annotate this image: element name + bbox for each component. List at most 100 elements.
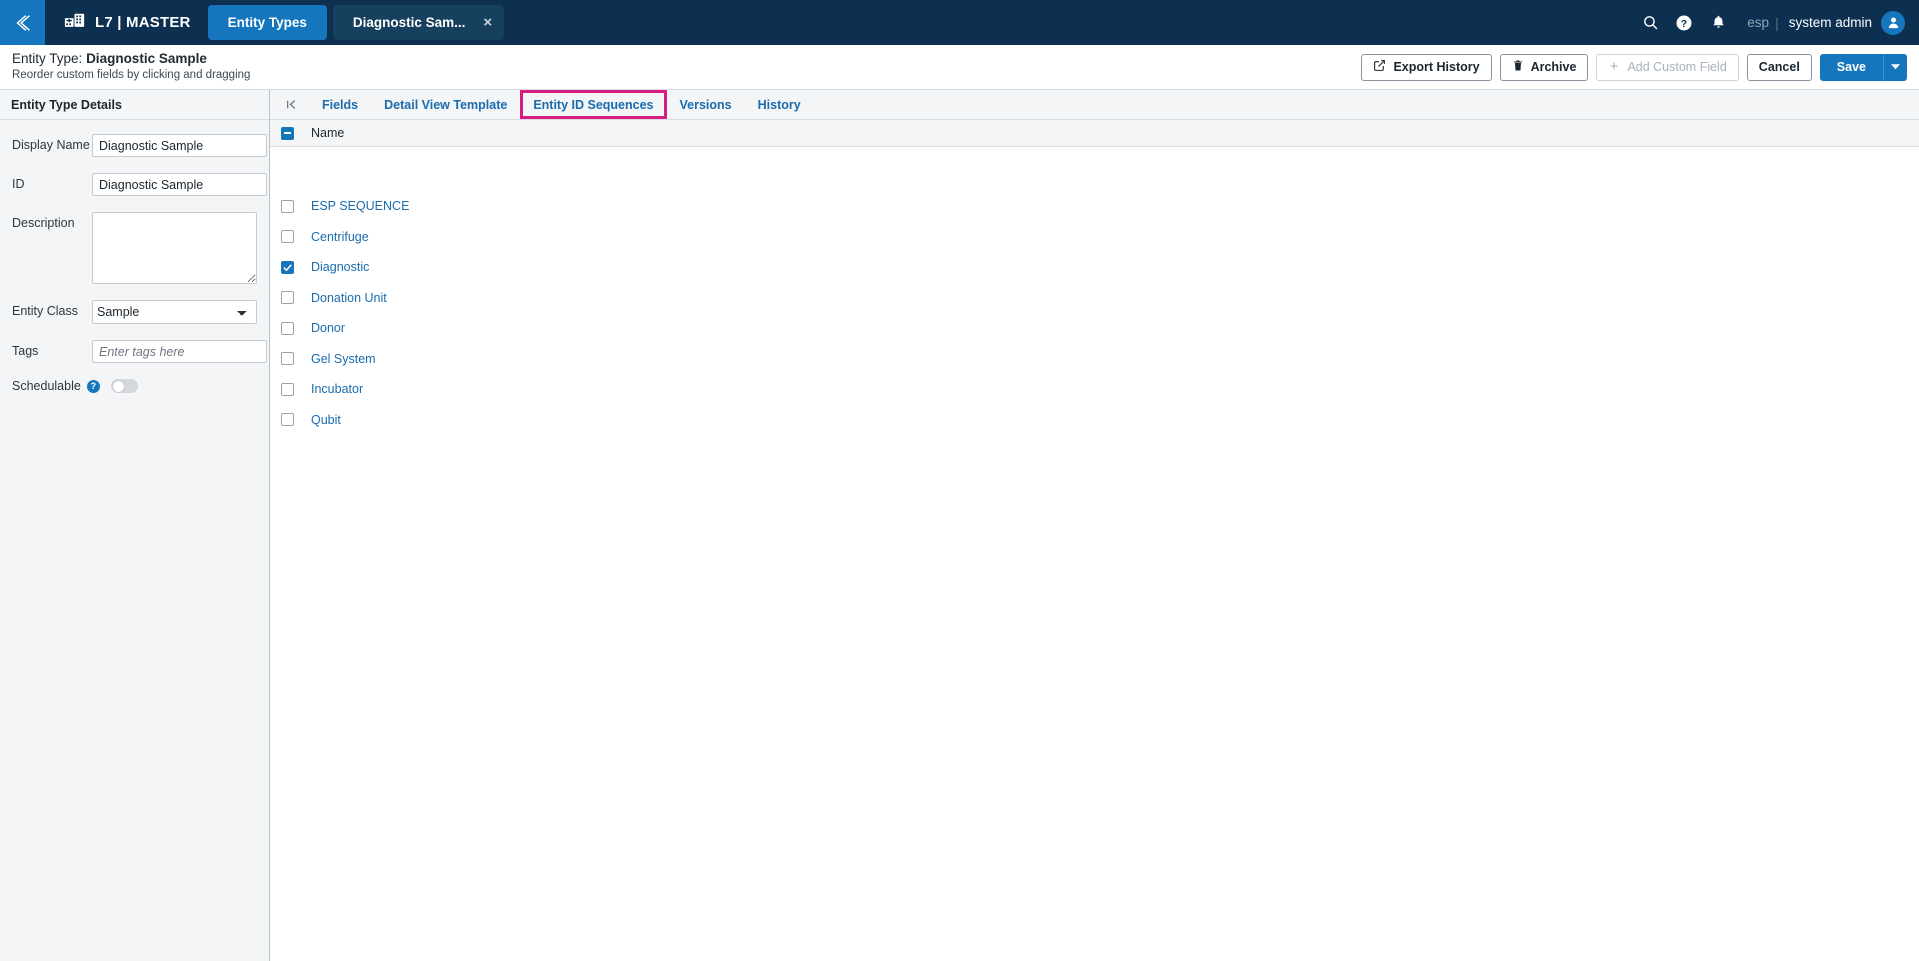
collapse-panel-left-icon[interactable] bbox=[274, 90, 309, 119]
row-checkbox[interactable] bbox=[281, 291, 294, 305]
topbar-separator: | bbox=[1775, 14, 1779, 31]
close-icon[interactable]: × bbox=[483, 15, 492, 30]
table-row[interactable]: Donor bbox=[270, 313, 1919, 344]
display-name-row: Display Name bbox=[0, 134, 269, 157]
tab-entity-id-sequences[interactable]: Entity ID Sequences bbox=[520, 90, 667, 119]
description-input[interactable] bbox=[92, 212, 257, 284]
l7-building-icon bbox=[63, 12, 85, 34]
table-row[interactable]: ESP SEQUENCE bbox=[270, 191, 1919, 222]
entity-class-select[interactable]: Sample bbox=[92, 300, 257, 324]
table-row[interactable]: Diagnostic bbox=[270, 252, 1919, 283]
row-checkbox[interactable] bbox=[281, 382, 294, 396]
row-name-link[interactable]: Gel System bbox=[311, 352, 376, 366]
help-circle-icon[interactable]: ? bbox=[1667, 0, 1701, 45]
top-navigation-bar: L7 | MASTER Entity Types Diagnostic Sam.… bbox=[0, 0, 1919, 45]
id-input[interactable] bbox=[92, 173, 267, 196]
tab-entity-id-sequences-label: Entity ID Sequences bbox=[533, 97, 654, 112]
caret-down-icon bbox=[1890, 58, 1900, 76]
row-checkbox[interactable] bbox=[281, 321, 294, 335]
save-dropdown-button[interactable] bbox=[1883, 53, 1907, 81]
page-title-prefix: Entity Type: bbox=[12, 51, 83, 67]
id-row: ID bbox=[0, 173, 269, 196]
row-checkbox[interactable] bbox=[281, 413, 294, 427]
export-history-button[interactable]: Export History bbox=[1361, 53, 1492, 81]
description-label: Description bbox=[12, 216, 75, 230]
entity-type-details-header: Entity Type Details bbox=[0, 90, 269, 120]
content-tabstrip: Fields Detail View Template Entity ID Se… bbox=[270, 90, 1919, 120]
column-header-name: Name bbox=[311, 126, 345, 140]
tab-versions-label: Versions bbox=[679, 97, 732, 112]
page-body: Entity Type Details Display Name ID Desc… bbox=[0, 90, 1919, 961]
external-link-icon bbox=[1373, 59, 1386, 75]
tags-label: Tags bbox=[12, 344, 39, 358]
id-label: ID bbox=[12, 177, 25, 191]
nav-tab-diagnostic-sample[interactable]: Diagnostic Sam... × bbox=[332, 5, 505, 40]
svg-text:?: ? bbox=[1681, 17, 1687, 29]
add-custom-field-label: Add Custom Field bbox=[1627, 60, 1727, 74]
search-icon[interactable] bbox=[1633, 0, 1667, 45]
display-name-input[interactable] bbox=[92, 134, 267, 157]
bell-icon[interactable] bbox=[1701, 0, 1735, 45]
page-subheader: Entity Type: Diagnostic Sample Reorder c… bbox=[0, 45, 1919, 90]
row-checkbox[interactable] bbox=[281, 199, 294, 213]
save-label: Save bbox=[1836, 60, 1866, 74]
entity-class-row: Entity Class Sample bbox=[0, 300, 269, 324]
schedulable-row: Schedulable ? bbox=[0, 379, 269, 393]
tab-versions[interactable]: Versions bbox=[667, 90, 745, 119]
nav-tab-entity-types[interactable]: Entity Types bbox=[207, 5, 327, 40]
description-row: Description bbox=[0, 212, 269, 284]
row-checkbox[interactable] bbox=[281, 260, 294, 274]
table-row[interactable]: Incubator bbox=[270, 374, 1919, 405]
grid-header-row: Name bbox=[270, 120, 1919, 147]
row-checkbox[interactable] bbox=[281, 230, 294, 244]
tags-row: Tags bbox=[0, 340, 269, 363]
row-name-link[interactable]: ESP SEQUENCE bbox=[311, 199, 409, 213]
page-title-block: Entity Type: Diagnostic Sample Reorder c… bbox=[12, 51, 250, 83]
add-custom-field-button[interactable]: Add Custom Field bbox=[1596, 53, 1739, 81]
entity-type-details-form: Display Name ID Description Entity Class… bbox=[0, 120, 269, 961]
tab-history-label: History bbox=[757, 97, 801, 112]
tab-detail-view-template-label: Detail View Template bbox=[384, 97, 508, 112]
entity-type-content: Fields Detail View Template Entity ID Se… bbox=[270, 90, 1919, 961]
page-action-buttons: Export History Archive Add Custom Field … bbox=[1361, 53, 1907, 81]
table-row[interactable]: Gel System bbox=[270, 344, 1919, 375]
export-history-label: Export History bbox=[1393, 60, 1480, 74]
tab-history[interactable]: History bbox=[745, 90, 814, 119]
select-all-checkbox[interactable] bbox=[281, 126, 294, 140]
save-button[interactable]: Save bbox=[1819, 53, 1883, 81]
entity-class-label: Entity Class bbox=[12, 304, 78, 318]
tab-fields[interactable]: Fields bbox=[309, 90, 371, 119]
brand-title: L7 | MASTER bbox=[95, 14, 191, 31]
user-name: system admin bbox=[1788, 15, 1872, 30]
row-name-link[interactable]: Incubator bbox=[311, 382, 363, 396]
tags-input[interactable] bbox=[92, 340, 267, 363]
tab-detail-view-template[interactable]: Detail View Template bbox=[371, 90, 520, 119]
row-name-link[interactable]: Qubit bbox=[311, 413, 341, 427]
user-avatar-icon[interactable] bbox=[1881, 10, 1905, 35]
row-name-link[interactable]: Diagnostic bbox=[311, 260, 369, 274]
trash-icon bbox=[1512, 59, 1524, 75]
row-name-link[interactable]: Donation Unit bbox=[311, 291, 387, 305]
entity-type-details-title: Entity Type Details bbox=[11, 97, 122, 112]
cancel-button[interactable]: Cancel bbox=[1746, 53, 1812, 81]
table-row[interactable]: Qubit bbox=[270, 405, 1919, 436]
nav-tab-entity-types-label: Entity Types bbox=[227, 15, 307, 30]
schedulable-toggle[interactable] bbox=[110, 379, 138, 393]
row-checkbox[interactable] bbox=[281, 352, 294, 366]
brand: L7 | MASTER bbox=[45, 0, 205, 45]
row-name-link[interactable]: Centrifuge bbox=[311, 230, 369, 244]
table-row[interactable]: Centrifuge bbox=[270, 222, 1919, 253]
archive-button[interactable]: Archive bbox=[1499, 53, 1589, 81]
back-button[interactable] bbox=[0, 0, 45, 45]
question-mark-icon[interactable]: ? bbox=[86, 379, 100, 393]
archive-label: Archive bbox=[1530, 60, 1577, 74]
plus-icon bbox=[1608, 60, 1620, 75]
row-name-link[interactable]: Donor bbox=[311, 321, 345, 335]
schedulable-label: Schedulable bbox=[12, 379, 81, 393]
entity-id-sequences-list: ESP SEQUENCE Centrifuge Diagnostic Donat… bbox=[270, 147, 1919, 961]
save-split-button: Save bbox=[1819, 53, 1907, 81]
org-label: esp bbox=[1747, 15, 1770, 30]
table-row[interactable]: Donation Unit bbox=[270, 283, 1919, 314]
topbar-right-cluster: ? esp | system admin bbox=[1633, 0, 1919, 45]
